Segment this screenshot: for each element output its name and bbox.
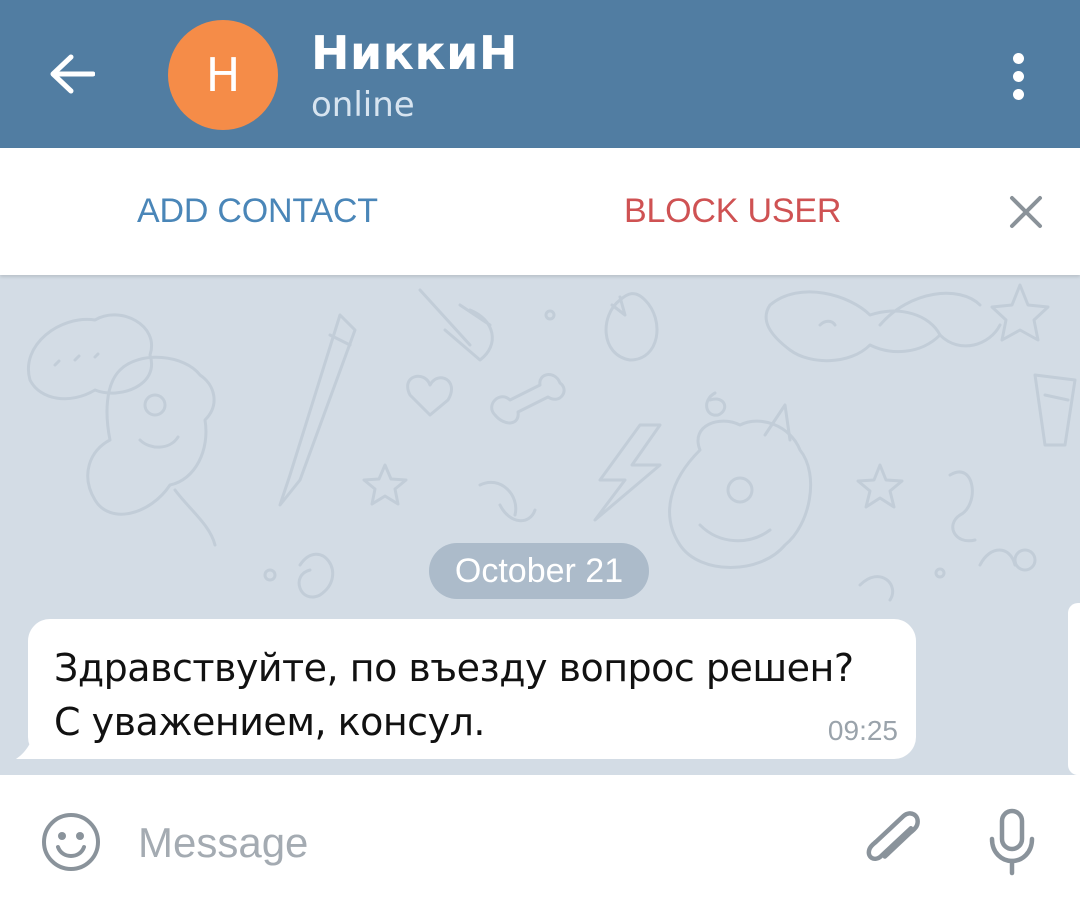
chat-header: Н НиккиН online (0, 0, 1080, 148)
emoji-icon (42, 813, 100, 871)
close-icon (1010, 196, 1042, 228)
scroll-edge (1068, 603, 1080, 775)
avatar-letter: Н (205, 48, 241, 102)
voice-message-button[interactable] (984, 805, 1040, 882)
message-text: Здравствуйте, по въезду вопрос решен? С … (54, 646, 854, 744)
emoji-button[interactable] (40, 811, 102, 878)
close-action-bar-button[interactable] (1004, 190, 1048, 239)
avatar[interactable]: Н (168, 20, 278, 130)
chat-status: online (311, 85, 415, 125)
chat-messages-area[interactable]: October 21 Здравствуйте, по въезду вопро… (0, 275, 1080, 775)
arrow-left-icon (50, 54, 95, 94)
add-contact-button[interactable]: ADD CONTACT (137, 192, 378, 231)
more-vertical-icon (1012, 52, 1024, 64)
chat-title[interactable]: НиккиН (311, 26, 518, 80)
menu-dot (1012, 88, 1024, 100)
message-input-bar (0, 775, 1080, 903)
more-options-button[interactable] (990, 46, 1046, 106)
date-separator: October 21 (429, 543, 649, 599)
contact-action-bar: ADD CONTACT BLOCK USER (0, 148, 1080, 275)
attach-button[interactable] (860, 805, 924, 882)
paperclip-icon (866, 811, 920, 861)
microphone-icon (989, 808, 1035, 876)
block-user-button[interactable]: BLOCK USER (624, 192, 841, 231)
message-bubble[interactable]: Здравствуйте, по въезду вопрос решен? С … (28, 619, 916, 759)
menu-dot (1012, 70, 1024, 82)
message-input[interactable] (138, 815, 828, 871)
message-time: 09:25 (827, 715, 898, 746)
back-button[interactable] (30, 36, 114, 112)
